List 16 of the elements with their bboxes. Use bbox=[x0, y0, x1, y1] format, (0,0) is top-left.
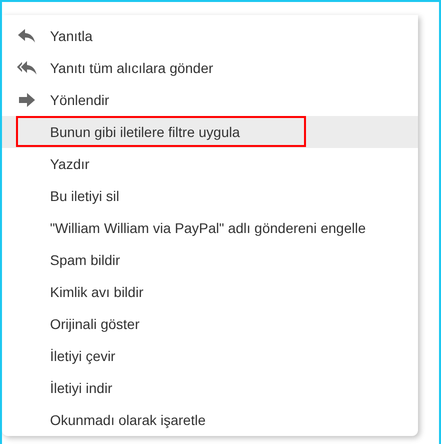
menu-item[interactable]: "William William via PayPal" adlı göndereni engelle bbox=[2, 212, 418, 244]
menu-item[interactable]: Yönlendir bbox=[2, 84, 418, 116]
menu-item[interactable]: Bu iletiyi sil bbox=[2, 180, 418, 212]
menu-item[interactable]: Spam bildir bbox=[2, 244, 418, 276]
menu-item[interactable]: Kimlik avı bildir bbox=[2, 276, 418, 308]
reply-all-icon bbox=[17, 61, 37, 75]
menu-item[interactable]: Yanıtla bbox=[2, 20, 418, 52]
reply-icon bbox=[18, 29, 36, 43]
menu-item[interactable]: Yazdır bbox=[2, 148, 418, 180]
arrow-right-icon bbox=[19, 93, 35, 107]
menu-item[interactable]: Okunmadı olarak işaretle bbox=[2, 404, 418, 436]
menu-item[interactable]: İletiyi indir bbox=[2, 372, 418, 404]
menu-item[interactable]: Bunun gibi iletilere filtre uygula bbox=[2, 116, 418, 148]
menu-item[interactable]: İletiyi çevir bbox=[2, 340, 418, 372]
menu-item[interactable]: Orijinali göster bbox=[2, 308, 418, 340]
menu-item[interactable]: Yanıtı tüm alıcılara gönder bbox=[2, 52, 418, 84]
